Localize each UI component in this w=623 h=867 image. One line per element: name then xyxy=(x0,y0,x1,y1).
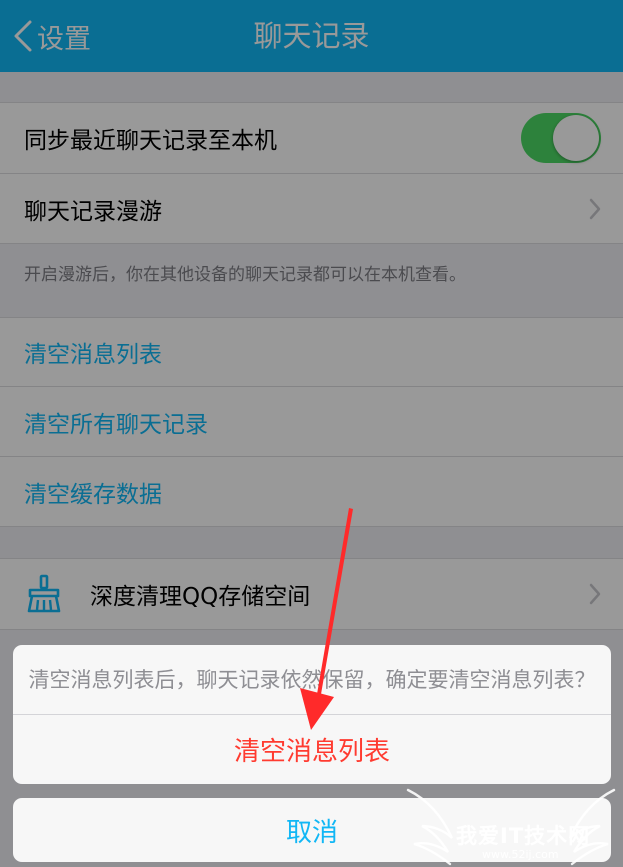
action-sheet: 清空消息列表后，聊天记录依然保留，确定要清空消息列表？ 清空消息列表 xyxy=(13,645,611,784)
confirm-clear-button[interactable]: 清空消息列表 xyxy=(13,715,611,783)
action-sheet-message: 清空消息列表后，聊天记录依然保留，确定要清空消息列表？ xyxy=(13,645,611,715)
cancel-button[interactable]: 取消 xyxy=(13,798,611,862)
action-sheet-cancel-group: 取消 xyxy=(13,798,611,862)
